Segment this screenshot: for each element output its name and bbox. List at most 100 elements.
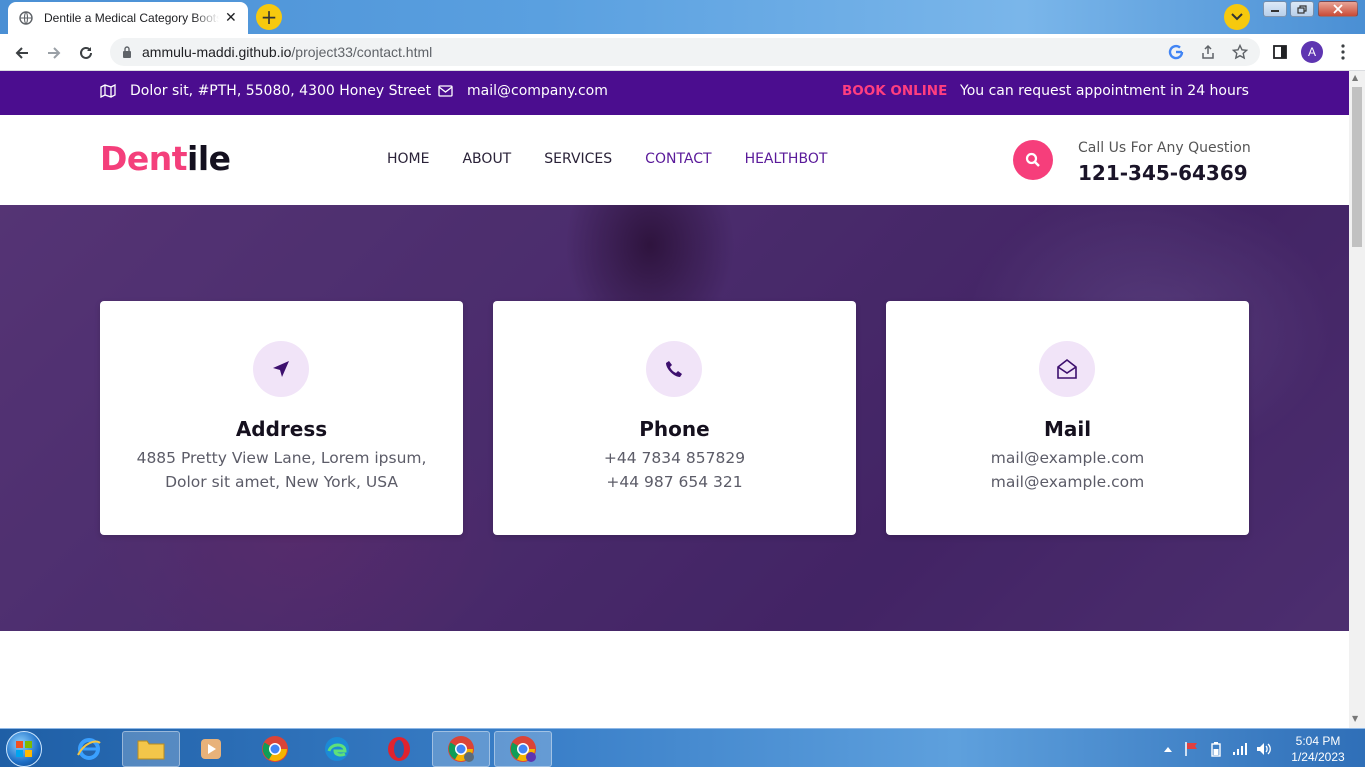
arrow-left-icon xyxy=(15,47,28,59)
network-signal-icon[interactable] xyxy=(1232,741,1248,757)
topbar-email[interactable]: mail@company.com xyxy=(438,83,608,99)
browser-tab[interactable]: Dentile a Medical Category Bootstrap ✕ xyxy=(8,2,248,34)
volume-icon[interactable] xyxy=(1256,741,1272,757)
profile-avatar[interactable]: A xyxy=(1301,41,1323,63)
nav-healthbot[interactable]: HEALTHBOT xyxy=(745,151,828,167)
bookmark-star-icon[interactable] xyxy=(1230,42,1250,62)
close-icon xyxy=(1333,4,1343,14)
new-tab-button[interactable]: + xyxy=(256,4,282,30)
opera-icon xyxy=(388,737,410,761)
topbar-address: Dolor sit, #PTH, 55080, 4300 Honey Stree… xyxy=(100,83,431,99)
tab-close-icon[interactable]: ✕ xyxy=(225,10,237,26)
edge-icon xyxy=(325,737,349,761)
taskbar-opera[interactable] xyxy=(370,731,428,767)
url-host: ammulu-maddi.github.io xyxy=(142,44,292,60)
nav-about[interactable]: ABOUT xyxy=(462,151,511,167)
battery-icon[interactable] xyxy=(1208,741,1224,757)
back-button[interactable] xyxy=(11,42,33,64)
lock-icon xyxy=(123,46,131,58)
scroll-up-icon[interactable]: ▲ xyxy=(1352,73,1358,82)
scroll-thumb[interactable] xyxy=(1352,87,1362,247)
site-header: Dentile HOME ABOUT SERVICES CONTACT HEAL… xyxy=(0,115,1349,205)
restore-button[interactable] xyxy=(1290,1,1314,17)
address-line-2: Dolor sit amet, New York, USA xyxy=(165,473,398,491)
envelope-icon xyxy=(438,85,453,97)
site-logo[interactable]: Dentile xyxy=(100,139,231,178)
phone-icon xyxy=(666,361,682,377)
media-player-icon xyxy=(201,739,221,759)
folder-icon xyxy=(137,740,165,760)
phone-line-2[interactable]: +44 987 654 321 xyxy=(493,473,856,491)
close-window-button[interactable] xyxy=(1318,1,1358,17)
page-scrollbar[interactable]: ▲ ▼ xyxy=(1349,71,1365,728)
taskbar-chrome-active[interactable] xyxy=(494,731,552,767)
address-bar[interactable]: ammulu-maddi.github.io/project33/contact… xyxy=(110,38,1260,66)
more-menu-icon[interactable] xyxy=(1333,42,1353,62)
address-card: Address 4885 Pretty View Lane, Lorem ips… xyxy=(100,301,463,535)
browser-tab-bar: Dentile a Medical Category Bootstrap ✕ + xyxy=(0,0,1365,34)
location-arrow-icon xyxy=(273,361,289,377)
taskbar-edge[interactable] xyxy=(308,731,366,767)
start-button[interactable] xyxy=(6,731,42,767)
browser-toolbar: ammulu-maddi.github.io/project33/contact… xyxy=(0,34,1365,71)
top-info-bar: Dolor sit, #PTH, 55080, 4300 Honey Stree… xyxy=(0,71,1349,115)
mail-icon-circle xyxy=(1039,341,1095,397)
reload-button[interactable] xyxy=(75,42,97,64)
minimize-icon xyxy=(1271,10,1279,12)
appointment-note: You can request appointment in 24 hours xyxy=(960,83,1249,99)
phone-line-1[interactable]: +44 7834 857829 xyxy=(493,449,856,467)
restore-icon xyxy=(1297,4,1307,14)
logo-part2: ile xyxy=(187,139,231,178)
search-button[interactable] xyxy=(1013,140,1053,180)
taskbar-chrome-profile[interactable] xyxy=(432,731,490,767)
contact-hero: Address 4885 Pretty View Lane, Lorem ips… xyxy=(0,205,1349,631)
nav-contact[interactable]: CONTACT xyxy=(645,151,711,167)
side-panel-icon[interactable] xyxy=(1270,42,1290,62)
logo-part1: Dent xyxy=(100,139,188,178)
windows-logo-icon xyxy=(16,741,32,757)
topbar-address-text: Dolor sit, #PTH, 55080, 4300 Honey Stree… xyxy=(130,83,432,99)
minimize-button[interactable] xyxy=(1263,1,1287,17)
mail-line-2[interactable]: mail@example.com xyxy=(886,473,1249,491)
call-label: Call Us For Any Question xyxy=(1078,140,1251,156)
share-icon[interactable] xyxy=(1198,42,1218,62)
taskbar-media[interactable] xyxy=(182,731,240,767)
main-nav: HOME ABOUT SERVICES CONTACT HEALTHBOT xyxy=(387,151,860,167)
taskbar-ie[interactable] xyxy=(60,731,118,767)
tray-expand-icon[interactable] xyxy=(1160,741,1176,757)
page-viewport: Dolor sit, #PTH, 55080, 4300 Honey Stree… xyxy=(0,71,1349,728)
mail-card-title: Mail xyxy=(1043,417,1092,441)
topbar-email-text: mail@company.com xyxy=(467,83,608,99)
mail-card: Mail mail@example.com mail@example.com xyxy=(886,301,1249,535)
google-translate-icon[interactable] xyxy=(1166,42,1186,62)
internet-explorer-icon xyxy=(77,738,101,760)
action-center-flag-icon[interactable] xyxy=(1184,741,1200,757)
tab-search-button[interactable] xyxy=(1224,4,1250,30)
nav-services[interactable]: SERVICES xyxy=(544,151,612,167)
address-icon-circle xyxy=(253,341,309,397)
nav-home[interactable]: HOME xyxy=(387,151,429,167)
taskbar-clock-time[interactable]: 5:04 PM xyxy=(1285,734,1351,748)
call-number[interactable]: 121-345-64369 xyxy=(1078,161,1248,185)
tab-title: Dentile a Medical Category Bootstrap xyxy=(44,11,219,25)
search-icon xyxy=(1025,152,1040,167)
chrome-icon xyxy=(262,736,288,762)
envelope-open-icon xyxy=(1057,358,1077,379)
mail-line-1[interactable]: mail@example.com xyxy=(886,449,1249,467)
book-online-link[interactable]: BOOK ONLINE xyxy=(842,83,947,99)
phone-card-title: Phone xyxy=(639,417,710,441)
map-icon xyxy=(100,84,116,98)
address-card-title: Address xyxy=(235,417,328,441)
taskbar-chrome[interactable] xyxy=(246,731,304,767)
scroll-down-icon[interactable]: ▼ xyxy=(1352,714,1358,723)
taskbar-explorer[interactable] xyxy=(122,731,180,767)
arrow-right-icon xyxy=(48,47,61,59)
taskbar-clock-date[interactable]: 1/24/2023 xyxy=(1285,750,1351,764)
reload-icon xyxy=(80,46,92,59)
url-path: /project33/contact.html xyxy=(291,44,433,60)
globe-icon xyxy=(18,10,34,26)
windows-taskbar: 5:04 PM 1/24/2023 xyxy=(0,728,1365,767)
forward-button[interactable] xyxy=(43,42,65,64)
chevron-down-icon xyxy=(1231,13,1243,21)
phone-icon-circle xyxy=(646,341,702,397)
